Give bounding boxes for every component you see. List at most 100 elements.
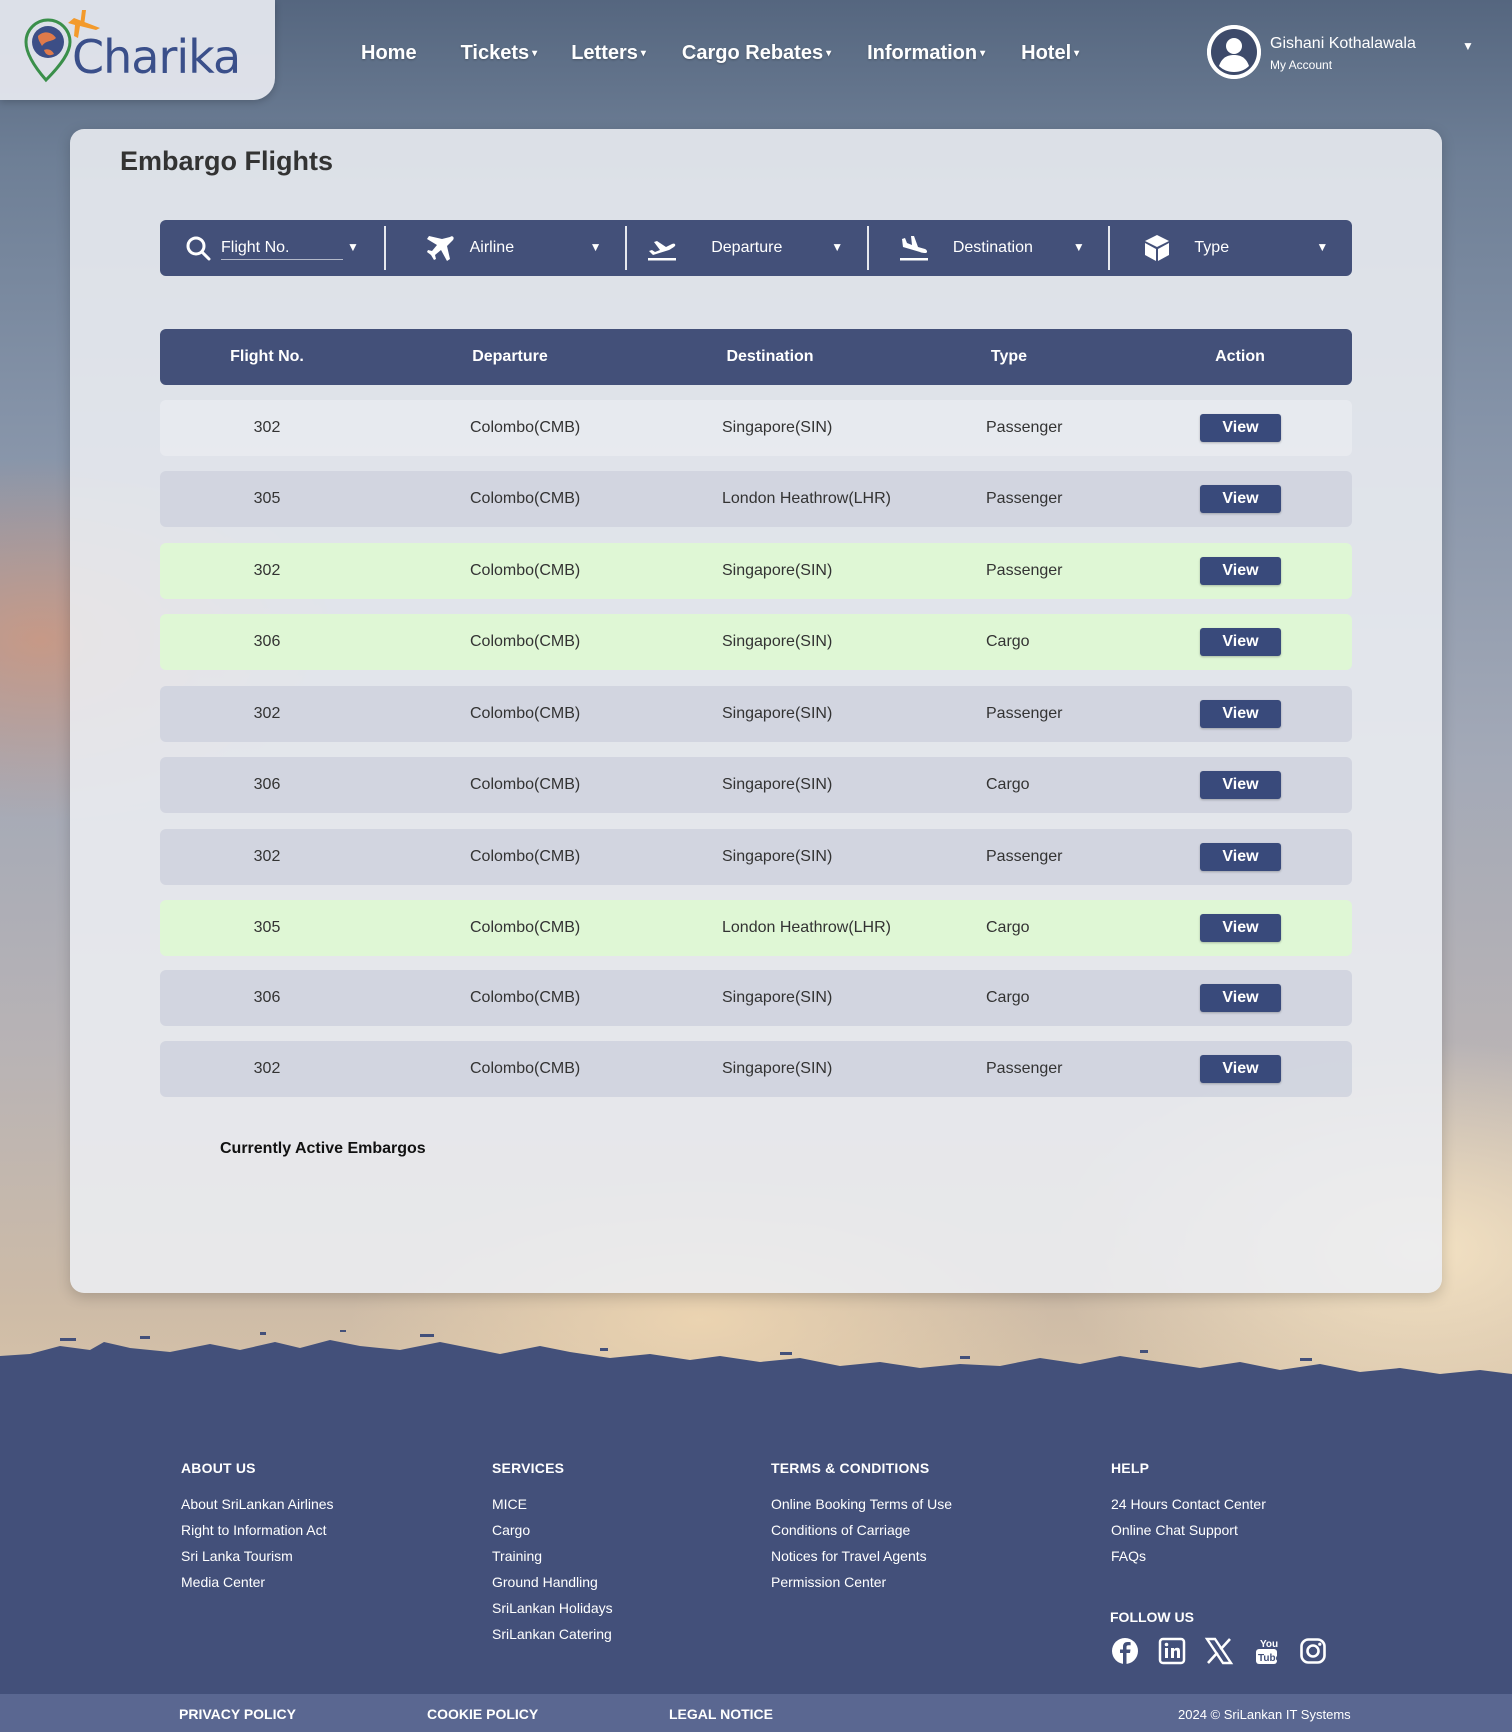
svg-text:Tube: Tube: [1258, 1653, 1281, 1664]
table-header: Flight No. Departure Destination Type Ac…: [160, 329, 1352, 385]
cell-flight-no: 302: [253, 562, 281, 579]
filter-destination[interactable]: Destination ▼: [869, 220, 1109, 276]
col-destination[interactable]: Destination: [700, 348, 840, 366]
col-flight-no[interactable]: Flight No.: [160, 348, 374, 366]
footer-link[interactable]: Sri Lanka Tourism: [181, 1543, 334, 1569]
view-button[interactable]: View: [1200, 843, 1281, 871]
footer-link[interactable]: FAQs: [1111, 1543, 1266, 1569]
view-button[interactable]: View: [1200, 914, 1281, 942]
chevron-down-icon: ▾: [640, 48, 646, 60]
nav-letters-label: Letters: [571, 42, 638, 64]
logo[interactable]: Charika: [0, 0, 275, 100]
cell-destination: Singapore(SIN): [722, 562, 833, 579]
instagram-icon[interactable]: [1298, 1636, 1328, 1666]
footer-link[interactable]: Right to Information Act: [181, 1517, 334, 1543]
x-icon[interactable]: [1204, 1636, 1234, 1666]
table-row: 306 Colombo(CMB) Singapore(SIN) Cargo Vi…: [160, 757, 1352, 813]
view-button[interactable]: View: [1200, 557, 1281, 585]
nav-tickets[interactable]: Tickets ▾: [461, 42, 538, 65]
cell-type: Cargo: [986, 919, 1030, 936]
footer-link[interactable]: Cargo: [492, 1517, 613, 1543]
col-action: Action: [1215, 348, 1265, 365]
box-icon: [1145, 235, 1170, 261]
view-button[interactable]: View: [1200, 984, 1281, 1012]
table-row: 306 Colombo(CMB) Singapore(SIN) Cargo Vi…: [160, 970, 1352, 1026]
col-type[interactable]: Type: [954, 348, 1064, 366]
cell-destination: Singapore(SIN): [722, 848, 833, 865]
filter-flight-no-label: Flight No.: [221, 239, 343, 260]
footer-link[interactable]: Online Chat Support: [1111, 1517, 1266, 1543]
nav-letters[interactable]: Letters ▾: [571, 42, 646, 65]
user-avatar-icon: [1207, 25, 1261, 79]
nav-cargo-rebates-label: Cargo Rebates: [681, 42, 824, 64]
view-button[interactable]: View: [1200, 700, 1281, 728]
footer-link[interactable]: SriLankan Holidays: [492, 1595, 613, 1621]
table-row: 302 Colombo(CMB) Singapore(SIN) Passenge…: [160, 400, 1352, 456]
cell-type: Passenger: [986, 1060, 1063, 1077]
cell-departure: Colombo(CMB): [470, 562, 581, 579]
footer-link[interactable]: Permission Center: [771, 1569, 952, 1595]
cell-type: Passenger: [986, 490, 1063, 507]
cell-departure: Colombo(CMB): [470, 919, 581, 936]
chevron-down-icon: ▼: [1072, 240, 1085, 254]
view-button[interactable]: View: [1200, 771, 1281, 799]
follow-us: FOLLOW US: [1110, 1609, 1194, 1625]
footer-link[interactable]: Ground Handling: [492, 1569, 613, 1595]
filter-flight-no[interactable]: Flight No. ▼: [160, 220, 384, 276]
footer-link[interactable]: Training: [492, 1543, 613, 1569]
cookie-policy-link[interactable]: COOKIE POLICY: [427, 1706, 538, 1722]
footer-heading: HELP: [1111, 1460, 1150, 1476]
cell-flight-no: 306: [253, 989, 281, 1006]
footer-link[interactable]: 24 Hours Contact Center: [1111, 1491, 1266, 1517]
footer-link[interactable]: Media Center: [181, 1569, 334, 1595]
chevron-down-icon: ▼: [1462, 39, 1474, 53]
embargo-card: Embargo Flights Flight No. ▼ Airline ▼ D…: [70, 129, 1442, 1293]
cell-type: Cargo: [986, 989, 1030, 1006]
cell-departure: Colombo(CMB): [470, 490, 581, 507]
nav-information[interactable]: Information ▾: [867, 42, 985, 65]
footer-col-about: ABOUT US About SriLankan Airlines Right …: [181, 1460, 334, 1595]
footer-link[interactable]: About SriLankan Airlines: [181, 1491, 334, 1517]
linkedin-icon[interactable]: [1157, 1636, 1187, 1666]
legal-notice-link[interactable]: LEGAL NOTICE: [669, 1706, 773, 1722]
table-row: 305 Colombo(CMB) London Heathrow(LHR) Pa…: [160, 471, 1352, 527]
svg-text:You: You: [1260, 1639, 1278, 1650]
footer-link[interactable]: Online Booking Terms of Use: [771, 1491, 952, 1517]
nav-home[interactable]: Home: [361, 42, 417, 65]
footer-link[interactable]: MICE: [492, 1491, 613, 1517]
filter-type[interactable]: Type ▼: [1110, 220, 1352, 276]
col-departure[interactable]: Departure: [440, 348, 580, 366]
nav-hotel[interactable]: Hotel ▾: [1021, 42, 1079, 65]
cell-type: Passenger: [986, 848, 1063, 865]
account-menu[interactable]: Gishani Kothalawala My Account ▼: [1207, 25, 1477, 81]
filter-departure[interactable]: Departure ▼: [627, 220, 867, 276]
follow-heading: FOLLOW US: [1110, 1609, 1194, 1625]
cell-type: Passenger: [986, 705, 1063, 722]
footer-heading: ABOUT US: [181, 1460, 256, 1476]
filter-bar: Flight No. ▼ Airline ▼ Departure ▼ Desti…: [160, 220, 1352, 276]
filter-airline-label: Airline: [469, 239, 515, 256]
chevron-down-icon: ▾: [532, 48, 538, 60]
cell-departure: Colombo(CMB): [470, 776, 581, 793]
nav-hotel-label: Hotel: [1021, 42, 1072, 64]
privacy-policy-link[interactable]: PRIVACY POLICY: [179, 1706, 296, 1722]
cell-destination: London Heathrow(LHR): [722, 490, 891, 507]
footer-link[interactable]: SriLankan Catering: [492, 1621, 613, 1647]
active-embargos-label: Currently Active Embargos: [220, 1140, 426, 1157]
account-name: Gishani Kothalawala: [1270, 35, 1416, 52]
footer-link[interactable]: Notices for Travel Agents: [771, 1543, 952, 1569]
filter-airline[interactable]: Airline ▼: [386, 220, 626, 276]
view-button[interactable]: View: [1200, 485, 1281, 513]
chevron-down-icon: ▾: [980, 48, 986, 60]
view-button[interactable]: View: [1200, 414, 1281, 442]
cell-destination: Singapore(SIN): [722, 1060, 833, 1077]
nav-cargo-rebates[interactable]: Cargo Rebates ▾: [682, 42, 831, 65]
main-nav: Home Tickets ▾ Letters ▾ Cargo Rebates ▾ In…: [361, 42, 1123, 65]
youtube-icon[interactable]: You Tube: [1251, 1636, 1281, 1666]
view-button[interactable]: View: [1200, 1055, 1281, 1083]
footer-link[interactable]: Conditions of Carriage: [771, 1517, 952, 1543]
table-row: 302 Colombo(CMB) Singapore(SIN) Passenge…: [160, 829, 1352, 885]
facebook-icon[interactable]: [1110, 1636, 1140, 1666]
view-button[interactable]: View: [1200, 628, 1281, 656]
cell-type: Passenger: [986, 562, 1063, 579]
